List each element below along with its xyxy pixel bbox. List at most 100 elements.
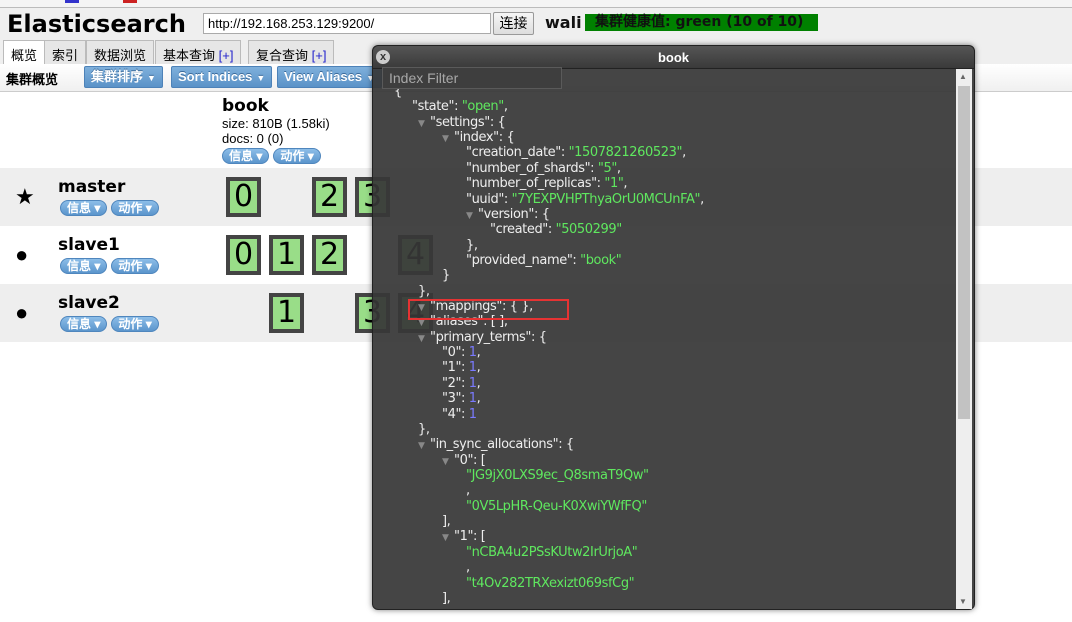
json-punct: ,: [700, 191, 704, 207]
tab-browser[interactable]: 数据浏览: [86, 40, 155, 64]
node-info-button[interactable]: 信息 ▾: [60, 316, 108, 332]
json-value: "5": [597, 160, 617, 176]
json-line: "2": 1,: [442, 375, 481, 391]
json-value: 1: [468, 391, 477, 407]
json-value: "nCBA4u2PSsKUtw2IrUrjoA": [466, 544, 638, 560]
index-name: book: [222, 96, 269, 116]
tab-plus: [+]: [218, 48, 234, 63]
tab-overview[interactable]: 概览: [3, 40, 46, 65]
node-action-button[interactable]: 动作 ▾: [111, 316, 159, 332]
json-punct: : {: [489, 114, 506, 130]
json-viewer: {"state": "open", ▼ "settings": {▼ "index":…: [373, 84, 953, 609]
json-key: "1": [454, 529, 474, 545]
button-label: 信息: [67, 259, 92, 273]
header: Elasticsearch http://192.168.253.129:920…: [0, 8, 1072, 40]
index-size: size: 810B (1.58ki): [222, 116, 330, 131]
node-info-button[interactable]: 信息 ▾: [60, 258, 108, 274]
json-value: "5050299": [555, 222, 623, 238]
json-line: }: [442, 268, 450, 283]
collapse-toggle-icon[interactable]: ▼: [418, 332, 430, 347]
node-action-button[interactable]: 动作 ▾: [111, 200, 159, 216]
json-value: "1507821260523": [568, 145, 683, 161]
view-aliases-dropdown[interactable]: View Aliases ▼: [277, 66, 382, 88]
json-key: "version": [478, 206, 534, 222]
caret-down-icon: ▼: [147, 73, 156, 83]
json-line: "state": "open",: [412, 99, 508, 115]
json-key: "3": [442, 391, 462, 407]
close-icon[interactable]: x: [376, 50, 390, 64]
json-value: "book": [580, 252, 622, 268]
json-punct: ],: [442, 590, 451, 606]
json-punct: ,: [476, 345, 481, 361]
cluster-name: wali: [545, 13, 582, 32]
json-key: "created": [490, 222, 548, 238]
collapse-toggle-icon[interactable]: ▼: [466, 209, 478, 224]
json-punct: : {: [533, 206, 550, 222]
shard-1[interactable]: 1: [269, 235, 304, 275]
collapse-toggle-icon[interactable]: ▼: [442, 531, 454, 546]
shard-2[interactable]: 2: [312, 177, 347, 217]
json-value: "0V5LpHR-Qeu-K0XwiYWfFQ": [466, 498, 647, 514]
tab-label: 数据浏览: [94, 48, 147, 63]
json-value: 1: [468, 406, 477, 422]
shard-0[interactable]: 0: [226, 235, 261, 275]
json-key: "settings": [430, 114, 490, 130]
circle-icon: ●: [15, 300, 29, 325]
tab-indices[interactable]: 索引: [44, 40, 87, 64]
json-line: "0": 1,: [442, 345, 481, 361]
json-line: ▼ "primary_terms": {: [418, 330, 547, 345]
index-filter-input[interactable]: Index Filter: [382, 67, 562, 89]
json-key: "4": [442, 406, 462, 422]
collapse-toggle-icon[interactable]: ▼: [442, 455, 454, 470]
dropdown-label: 集群排序: [91, 69, 144, 84]
tab-label: 复合查询: [256, 48, 312, 63]
shard-1[interactable]: 1: [269, 293, 304, 333]
json-value: "t4Ov282TRXexizt069sfCg": [466, 575, 635, 591]
collapse-toggle-icon[interactable]: ▼: [442, 132, 454, 147]
tab-plus: [+]: [311, 48, 327, 63]
json-punct: ,: [682, 145, 686, 161]
tab-compound-query[interactable]: 复合查询 [+]: [248, 40, 335, 64]
json-key: "number_of_shards": [466, 160, 591, 176]
json-punct: : [: [473, 452, 486, 468]
index-header: book size: 810B (1.58ki) docs: 0 (0) 信息 …: [222, 96, 330, 164]
sort-cluster-dropdown[interactable]: 集群排序 ▼: [84, 66, 163, 88]
json-line: "uuid": "7YEXPVHPThyaOrU0MCUnFA",: [466, 191, 704, 207]
node-name: master: [58, 177, 126, 197]
json-punct: ,: [476, 360, 481, 376]
node-info-button[interactable]: 信息 ▾: [60, 200, 108, 216]
shard-2[interactable]: 2: [312, 235, 347, 275]
connect-button[interactable]: 连接: [493, 12, 534, 35]
json-punct: : [: [473, 529, 486, 545]
json-punct: ,: [616, 160, 621, 176]
index-action-button[interactable]: 动作 ▾: [273, 148, 321, 164]
button-label: 动作: [118, 201, 143, 215]
json-line: ,: [466, 483, 470, 498]
url-input[interactable]: http://192.168.253.129:9200/: [203, 13, 491, 34]
tab-label: 概览: [11, 48, 38, 63]
index-docs: docs: 0 (0): [222, 131, 284, 146]
scroll-up-icon[interactable]: ▲: [959, 72, 967, 81]
json-key: "primary_terms": [430, 329, 531, 345]
scrollbar[interactable]: ▲ ▼: [956, 69, 972, 609]
index-info-button[interactable]: 信息 ▾: [222, 148, 270, 164]
scroll-down-icon[interactable]: ▼: [959, 597, 967, 606]
node-action-button[interactable]: 动作 ▾: [111, 258, 159, 274]
json-key: "in_sync_allocations": [430, 437, 559, 453]
json-punct: : {: [498, 130, 515, 146]
json-line: },: [418, 284, 430, 299]
json-line: ▼ "1": [: [442, 529, 486, 546]
collapse-toggle-icon[interactable]: ▼: [418, 439, 430, 454]
json-line: ▼ "version": {: [466, 207, 550, 222]
caret-down-icon: ▼: [256, 73, 266, 83]
json-key: "state": [412, 99, 455, 115]
json-value: 1: [468, 360, 477, 376]
collapse-toggle-icon[interactable]: ▼: [418, 117, 430, 132]
tab-basic-query[interactable]: 基本查询 [+]: [155, 40, 242, 64]
json-punct: ],: [442, 514, 451, 530]
json-key: "creation_date": [466, 145, 561, 161]
scrollbar-thumb[interactable]: [958, 86, 970, 419]
shard-0[interactable]: 0: [226, 177, 261, 217]
json-punct: ,: [466, 560, 470, 576]
sort-indices-dropdown[interactable]: Sort Indices ▼: [171, 66, 273, 88]
